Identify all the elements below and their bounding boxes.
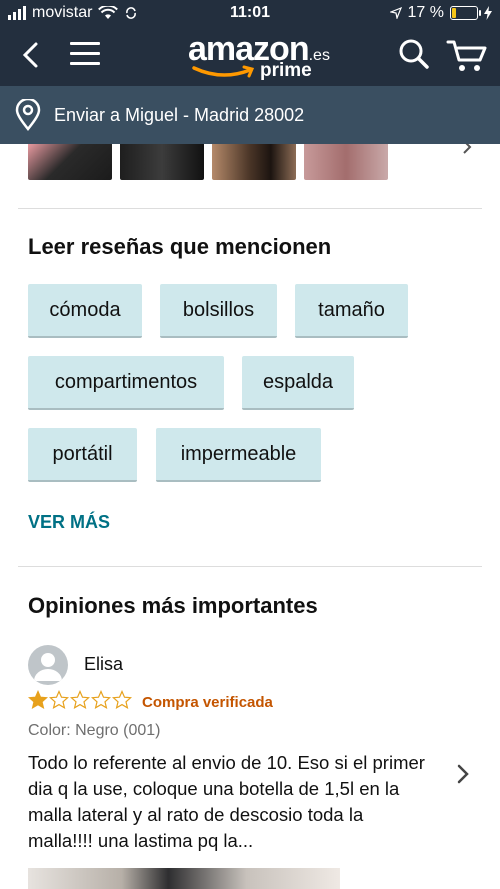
amazon-prime-logo[interactable]: amazon.es prime [188,32,330,84]
review-image-thumbnail[interactable] [28,144,112,180]
location-arrow-icon [389,7,402,19]
chevron-right-icon[interactable] [456,763,470,785]
divider [18,566,482,567]
location-pin-icon [15,99,41,131]
mention-chip[interactable]: impermeable [156,428,321,482]
delivery-location-bar[interactable]: Enviar a Miguel - Madrid 28002 [0,86,500,144]
mention-chip[interactable]: tamaño [295,284,408,338]
mention-chip[interactable]: bolsillos [160,284,277,338]
mention-chip[interactable]: compartimentos [28,356,224,410]
review-variant: Color: Negro (001) [28,722,161,739]
back-icon[interactable] [18,40,46,70]
battery-icon [450,6,481,20]
review-image-thumbnail[interactable] [28,868,340,889]
chevron-right-icon[interactable] [460,144,474,154]
mention-chip[interactable]: portátil [28,428,137,482]
logo-smile-icon [192,65,255,78]
mentions-title: Leer reseñas que mencionen [28,234,332,259]
star-icon [49,690,69,710]
review-image-thumbnail[interactable] [304,144,388,180]
star-rating [28,690,132,710]
verified-purchase-badge: Compra verificada [142,694,273,711]
star-icon [112,690,132,710]
delivery-location-text: Enviar a Miguel - Madrid 28002 [54,104,305,125]
logo-tld: .es [308,47,330,64]
menu-icon[interactable] [70,42,100,68]
see-more-link[interactable]: VER MÁS [28,512,110,533]
review-text: Todo lo referente al envio de 10. Eso si… [28,752,425,851]
search-icon[interactable] [398,38,430,70]
reviewer-name: Elisa [84,654,124,674]
mention-chip[interactable]: cómoda [28,284,142,338]
user-icon [34,653,62,681]
star-icon [91,690,111,710]
star-icon [28,690,48,710]
avatar [28,645,68,685]
charging-icon [484,6,492,20]
divider [18,208,482,209]
star-icon [70,690,90,710]
battery-percent: 17 % [407,4,444,21]
top-reviews-title: Opiniones más importantes [28,593,318,618]
review-image-thumbnail[interactable] [212,144,296,180]
status-bar: movistar 11:01 17 % [0,0,500,26]
review-images-strip [0,144,500,182]
cart-icon[interactable] [446,38,488,74]
review-image-thumbnail[interactable] [120,144,204,180]
top-navbar: amazon.es prime [0,26,500,86]
mention-chip[interactable]: espalda [242,356,354,410]
logo-prime: prime [260,60,312,81]
